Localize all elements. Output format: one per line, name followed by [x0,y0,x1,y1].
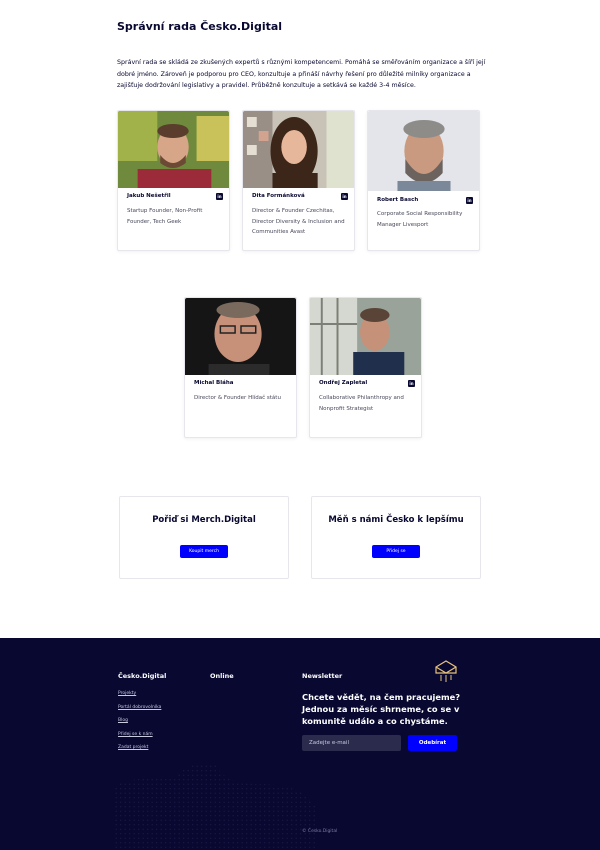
footer-link-join-us[interactable]: Přidej se k nám [118,731,161,745]
section-title: Správní rada Česko.Digital [117,20,283,33]
member-card-dita: Dita Formánková in Director & Founder Cz… [242,110,355,251]
member-card-jakub: Jakub Nešetřil in Startup Founder, Non-P… [117,110,230,251]
member-name: Robert Basch [377,197,419,203]
buy-merch-button[interactable]: Koupit merch [180,545,228,558]
member-card-ondrej: Ondřej Zapletal in Collaborative Philant… [309,297,422,438]
linkedin-icon[interactable]: in [216,193,223,200]
newsletter-title: Newsletter [302,672,343,680]
footer-links: Projekty Portál dobrovolníka Blog Přidej… [118,690,161,758]
member-card-michal: Michal Bláha Director & Founder Hlídač s… [184,297,297,438]
footer-link-volunteer-portal[interactable]: Portál dobrovolníka [118,704,161,718]
linkedin-icon[interactable]: in [341,193,348,200]
footer-brand-title: Česko.Digital [118,672,167,680]
member-name: Ondřej Zapletal [319,380,368,386]
newsletter-mail-icon [435,660,457,682]
member-role: Corporate Social Responsibility Manager … [377,211,463,228]
merch-cta-title: Pořiď si Merch.Digital [152,515,256,525]
join-cta-title: Měň s námi Česko k lepšímu [328,515,464,525]
member-name: Michal Bláha [194,380,234,386]
linkedin-icon[interactable]: in [466,197,473,204]
footer-online-title: Online [210,672,234,680]
footer-link-blog[interactable]: Blog [118,717,161,731]
newsletter-subscribe-button[interactable]: Odebírat [408,735,457,751]
member-role: Startup Founder, Non-Profit Founder, Tec… [127,208,203,225]
member-name: Jakub Nešetřil [127,193,171,199]
member-name: Dita Formánková [252,193,305,199]
member-role: Director & Founder Hlídač státu [194,395,281,401]
join-cta: Měň s námi Česko k lepšímu Přidej se [311,496,481,579]
member-photo [310,298,421,375]
footer-link-submit-project[interactable]: Zadat projekt [118,744,161,758]
member-photo [368,111,479,191]
footer-link-projects[interactable]: Projekty [118,690,161,704]
newsletter-email-input[interactable] [302,735,401,751]
section-description: Správní rada se skládá ze zkušených expe… [117,59,486,89]
member-role: Collaborative Philanthropy and Nonprofit… [319,395,404,412]
footer: Česko.Digital Online Projekty Portál dob… [0,638,600,850]
newsletter-text: Chcete vědět, na čem pracujeme? Jednou z… [302,692,461,726]
member-photo [243,111,354,188]
copyright: © Česko.Digital [302,829,338,834]
merch-cta: Pořiď si Merch.Digital Koupit merch [119,496,289,579]
member-photo [185,298,296,375]
member-card-robert: Robert Basch in Corporate Social Respons… [367,110,480,251]
member-photo [118,111,229,188]
join-button[interactable]: Přidej se [372,545,420,558]
member-role: Director & Founder Czechitas, Director D… [252,208,345,235]
linkedin-icon[interactable]: in [408,380,415,387]
dot-map-decoration [115,763,315,850]
